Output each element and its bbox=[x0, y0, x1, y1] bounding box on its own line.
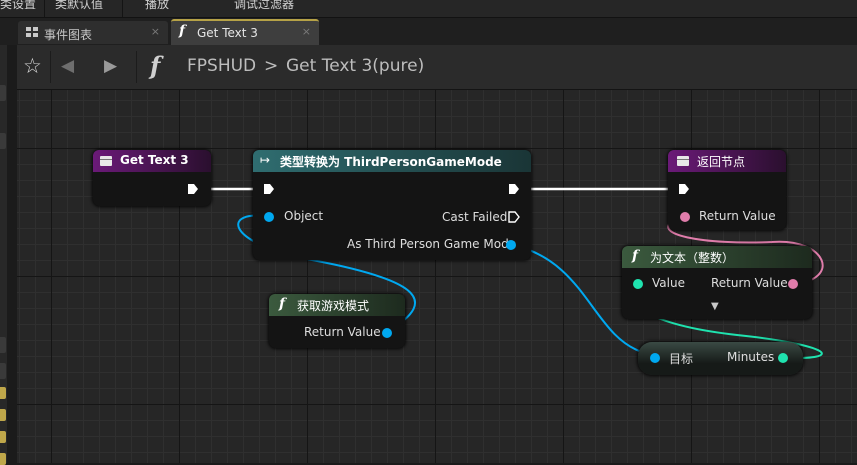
exec-in-pin[interactable] bbox=[263, 183, 275, 195]
menu-class-settings[interactable]: 类设置 bbox=[0, 0, 36, 12]
toolbar-separator bbox=[50, 51, 51, 83]
as-game-mode-label: As Third Person Game Mode bbox=[347, 237, 517, 251]
star-icon[interactable]: ☆ bbox=[23, 54, 42, 78]
variable-marker[interactable] bbox=[0, 431, 6, 443]
collapse-handle[interactable] bbox=[0, 85, 6, 101]
as-game-mode-pin[interactable] bbox=[506, 240, 516, 250]
text-output-pin[interactable] bbox=[788, 279, 798, 289]
menu-play[interactable]: 播放 bbox=[145, 0, 169, 12]
function-icon: f bbox=[150, 51, 161, 80]
node-title: 获取游戏模式 bbox=[297, 299, 370, 313]
cast-node[interactable]: ↦ 类型转换为 ThirdPersonGameMode Object Cast … bbox=[253, 150, 531, 260]
get-game-mode-node[interactable]: f 获取游戏模式 Return Value bbox=[269, 294, 405, 348]
menu-separator bbox=[44, 0, 45, 17]
cast-arrow-icon: ↦ bbox=[260, 153, 271, 167]
value-pin-label: Value bbox=[652, 276, 685, 290]
node-title: 为文本（整数） bbox=[650, 251, 735, 265]
cast-failed-exec-pin[interactable] bbox=[508, 211, 520, 223]
tab-label: 事件图表 bbox=[44, 28, 93, 42]
left-panel-strip bbox=[0, 45, 7, 465]
return-node[interactable]: 返回节点 Return Value bbox=[668, 150, 786, 230]
breadcrumb-current: Get Text 3(pure) bbox=[286, 56, 425, 76]
collapse-handle[interactable] bbox=[0, 337, 6, 353]
cast-failed-label: Cast Failed bbox=[442, 210, 508, 224]
node-title: Get Text 3 bbox=[120, 153, 189, 167]
return-node-icon bbox=[677, 156, 689, 166]
value-input-pin[interactable] bbox=[633, 279, 643, 289]
game-mode-output-pin[interactable] bbox=[382, 328, 392, 338]
variable-marker[interactable] bbox=[0, 409, 6, 421]
target-input-pin[interactable] bbox=[650, 353, 660, 363]
variable-marker[interactable] bbox=[0, 387, 6, 399]
menu-class-defaults[interactable]: 类默认值 bbox=[55, 0, 103, 12]
breadcrumb-separator: > bbox=[264, 56, 279, 76]
tab-get-text-3[interactable]: f Get Text 3 × bbox=[171, 19, 319, 46]
close-icon[interactable]: × bbox=[302, 25, 311, 38]
node-title: 类型转换为 ThirdPersonGameMode bbox=[280, 155, 502, 169]
menu-debug-filter[interactable]: 调试过滤器 bbox=[234, 0, 294, 12]
blueprint-graph-canvas[interactable]: Get Text 3 ↦ 类型转换为 ThirdPersonGameMode O… bbox=[17, 90, 857, 463]
back-arrow-icon[interactable]: ◀ bbox=[61, 56, 74, 76]
exec-out-pin[interactable] bbox=[508, 183, 520, 195]
object-input-pin[interactable] bbox=[264, 212, 274, 222]
collapse-handle[interactable] bbox=[0, 133, 6, 149]
document-tab-bar: 事件图表 × f Get Text 3 × bbox=[0, 18, 857, 46]
return-value-label: Return Value bbox=[304, 325, 381, 339]
object-pin-label: Object bbox=[284, 209, 324, 223]
menu-bar: 类设置 类默认值 播放 调试过滤器 bbox=[0, 0, 857, 18]
to-text-integer-node[interactable]: f 为文本（整数） Value Return Value ▼ bbox=[622, 246, 812, 319]
return-value-label: Return Value bbox=[711, 276, 788, 290]
return-value-label: Return Value bbox=[699, 209, 776, 223]
function-icon: f bbox=[279, 296, 286, 312]
tab-label: Get Text 3 bbox=[197, 26, 258, 40]
function-entry-icon bbox=[100, 156, 112, 166]
graph-breadcrumb-bar: ☆ ◀ ▶ f FPSHUD > Get Text 3(pure) bbox=[17, 45, 857, 90]
close-icon[interactable]: × bbox=[151, 25, 160, 38]
exec-out-pin[interactable] bbox=[187, 183, 199, 195]
menu-separator bbox=[122, 0, 123, 17]
tab-event-graph[interactable]: 事件图表 × bbox=[18, 21, 168, 44]
minutes-output-pin[interactable] bbox=[778, 353, 788, 363]
return-value-input-pin[interactable] bbox=[680, 212, 690, 222]
expand-arrow-icon[interactable]: ▼ bbox=[711, 301, 719, 312]
forward-arrow-icon[interactable]: ▶ bbox=[104, 56, 117, 76]
minutes-variable-node[interactable]: 目标 Minutes bbox=[638, 342, 803, 375]
exec-in-pin[interactable] bbox=[678, 183, 690, 195]
collapse-handle[interactable] bbox=[0, 363, 6, 379]
breadcrumb-parent[interactable]: FPSHUD bbox=[187, 56, 256, 76]
function-icon: f bbox=[179, 23, 186, 39]
target-pin-label: 目标 bbox=[669, 352, 694, 366]
node-title: 返回节点 bbox=[697, 155, 746, 169]
function-icon: f bbox=[632, 248, 639, 264]
minutes-pin-label: Minutes bbox=[727, 350, 775, 364]
variable-marker[interactable] bbox=[0, 453, 6, 465]
toolbar-separator bbox=[136, 51, 137, 83]
function-entry-node[interactable]: Get Text 3 bbox=[93, 150, 211, 206]
grid-icon bbox=[26, 27, 38, 37]
